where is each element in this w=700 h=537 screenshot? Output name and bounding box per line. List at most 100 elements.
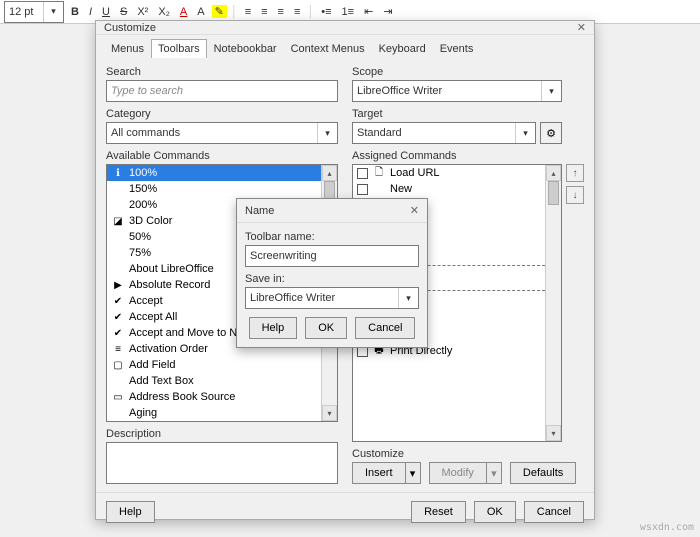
insert-button-main[interactable]: Insert: [352, 462, 405, 484]
search-input[interactable]: [106, 80, 338, 102]
command-label: 100%: [129, 167, 157, 179]
command-icon: ✔: [111, 296, 125, 307]
command-icon: ≡: [111, 344, 125, 355]
command-label: 3D Color: [129, 215, 172, 227]
assigned-command-row[interactable]: New: [353, 181, 545, 197]
assigned-command-row[interactable]: 🗋Load URL: [353, 165, 545, 181]
checkbox-icon[interactable]: [357, 184, 368, 195]
save-in-select[interactable]: LibreOffice Writer ▾: [245, 287, 419, 309]
list-number-icon[interactable]: 1≡: [339, 6, 358, 18]
command-icon: ▭: [111, 392, 125, 403]
name-ok-button[interactable]: OK: [305, 317, 347, 339]
save-in-value: LibreOffice Writer: [250, 292, 335, 304]
modify-button[interactable]: Modify ▾: [429, 462, 502, 484]
cancel-button[interactable]: Cancel: [524, 501, 584, 523]
checkbox-icon[interactable]: [357, 168, 368, 179]
command-label: Address Book Source: [129, 391, 235, 403]
command-label: Accept: [129, 295, 163, 307]
modify-button-drop[interactable]: ▾: [486, 462, 502, 484]
align-right-icon[interactable]: ≡: [275, 6, 287, 18]
close-icon[interactable]: ✕: [577, 21, 586, 34]
tab-menus[interactable]: Menus: [104, 39, 151, 58]
subscript-button[interactable]: X₂: [155, 6, 173, 18]
command-label: Load URL: [390, 167, 440, 179]
superscript-button[interactable]: X²: [134, 6, 151, 18]
font-color-button[interactable]: A: [177, 6, 190, 18]
tab-toolbars[interactable]: Toolbars: [151, 39, 207, 58]
gear-icon[interactable]: ⚙: [540, 122, 562, 144]
name-dialog: Name ✕ Toolbar name: Save in: LibreOffic…: [236, 198, 428, 348]
assigned-scrollbar[interactable]: ▴ ▾: [545, 165, 561, 441]
command-label: Accept and Move to Next: [129, 327, 252, 339]
tab-keyboard[interactable]: Keyboard: [372, 39, 433, 58]
name-cancel-button[interactable]: Cancel: [355, 317, 415, 339]
indent-inc-icon[interactable]: ⇥: [380, 5, 395, 18]
tab-context-menus[interactable]: Context Menus: [284, 39, 372, 58]
chevron-down-icon: ▾: [515, 123, 531, 143]
move-up-icon[interactable]: ↑: [566, 164, 584, 182]
reorder-buttons: ↑ ↓: [566, 64, 584, 484]
help-button[interactable]: Help: [106, 501, 155, 523]
insert-button[interactable]: Insert ▾: [352, 462, 421, 484]
reset-button[interactable]: Reset: [411, 501, 466, 523]
command-label: 200%: [129, 199, 157, 211]
category-value: All commands: [111, 127, 180, 139]
scope-select[interactable]: LibreOffice Writer ▾: [352, 80, 562, 102]
scroll-down-icon[interactable]: ▾: [322, 405, 337, 421]
command-icon: ✔: [111, 328, 125, 339]
available-command-row[interactable]: Aging: [107, 405, 321, 421]
highlight2-button[interactable]: ✎: [212, 5, 227, 18]
customize-label: Customize: [352, 448, 562, 460]
close-icon[interactable]: ✕: [410, 204, 419, 217]
scroll-down-icon[interactable]: ▾: [546, 425, 561, 441]
description-box: [106, 442, 338, 484]
scroll-up-icon[interactable]: ▴: [322, 165, 337, 181]
indent-dec-icon[interactable]: ⇤: [361, 5, 376, 18]
command-label: Aging: [129, 407, 157, 419]
toolbar-name-input[interactable]: [245, 245, 419, 267]
name-dialog-title: Name: [245, 205, 274, 217]
available-command-row[interactable]: Add Text Box: [107, 373, 321, 389]
available-command-row[interactable]: 150%: [107, 181, 321, 197]
chevron-down-icon: ▾: [43, 2, 59, 22]
ok-button[interactable]: OK: [474, 501, 516, 523]
list-bullet-icon[interactable]: •≡: [318, 6, 334, 18]
target-label: Target: [352, 108, 562, 120]
save-in-label: Save in:: [245, 273, 419, 285]
command-label: About LibreOffice: [129, 263, 214, 275]
name-help-button[interactable]: Help: [249, 317, 298, 339]
command-icon: ▢: [111, 360, 125, 371]
align-center-icon[interactable]: ≡: [258, 6, 270, 18]
available-command-row[interactable]: ℹ100%: [107, 165, 321, 181]
align-left-icon[interactable]: ≡: [242, 6, 254, 18]
target-value: Standard: [357, 127, 402, 139]
tab-notebookbar[interactable]: Notebookbar: [207, 39, 284, 58]
scroll-up-icon[interactable]: ▴: [546, 165, 561, 181]
move-down-icon[interactable]: ↓: [566, 186, 584, 204]
scroll-thumb[interactable]: [548, 181, 559, 205]
font-size-select[interactable]: 12 pt ▾: [4, 1, 64, 23]
command-label: Absolute Record: [129, 279, 210, 291]
insert-button-drop[interactable]: ▾: [405, 462, 421, 484]
align-justify-icon[interactable]: ≡: [291, 6, 303, 18]
scope-value: LibreOffice Writer: [357, 85, 442, 97]
modify-button-main[interactable]: Modify: [429, 462, 486, 484]
bold-button[interactable]: B: [68, 6, 82, 18]
italic-button[interactable]: I: [86, 6, 95, 18]
category-label: Category: [106, 108, 338, 120]
command-label: 75%: [129, 247, 151, 259]
command-label: Activation Order: [129, 343, 208, 355]
category-select[interactable]: All commands ▾: [106, 122, 338, 144]
strike-button[interactable]: S: [117, 6, 130, 18]
watermark: wsxdn.com: [640, 522, 694, 533]
highlight-button[interactable]: A: [194, 6, 207, 18]
available-command-row[interactable]: ▢Add Field: [107, 357, 321, 373]
command-icon: ▶: [111, 280, 125, 291]
available-command-row[interactable]: ▭ Address Book Source: [107, 389, 321, 405]
command-label: Accept All: [129, 311, 177, 323]
target-select[interactable]: Standard ▾: [352, 122, 536, 144]
scope-label: Scope: [352, 66, 562, 78]
underline-button[interactable]: U: [99, 6, 113, 18]
chevron-down-icon: ▾: [541, 81, 557, 101]
tab-events[interactable]: Events: [433, 39, 481, 58]
